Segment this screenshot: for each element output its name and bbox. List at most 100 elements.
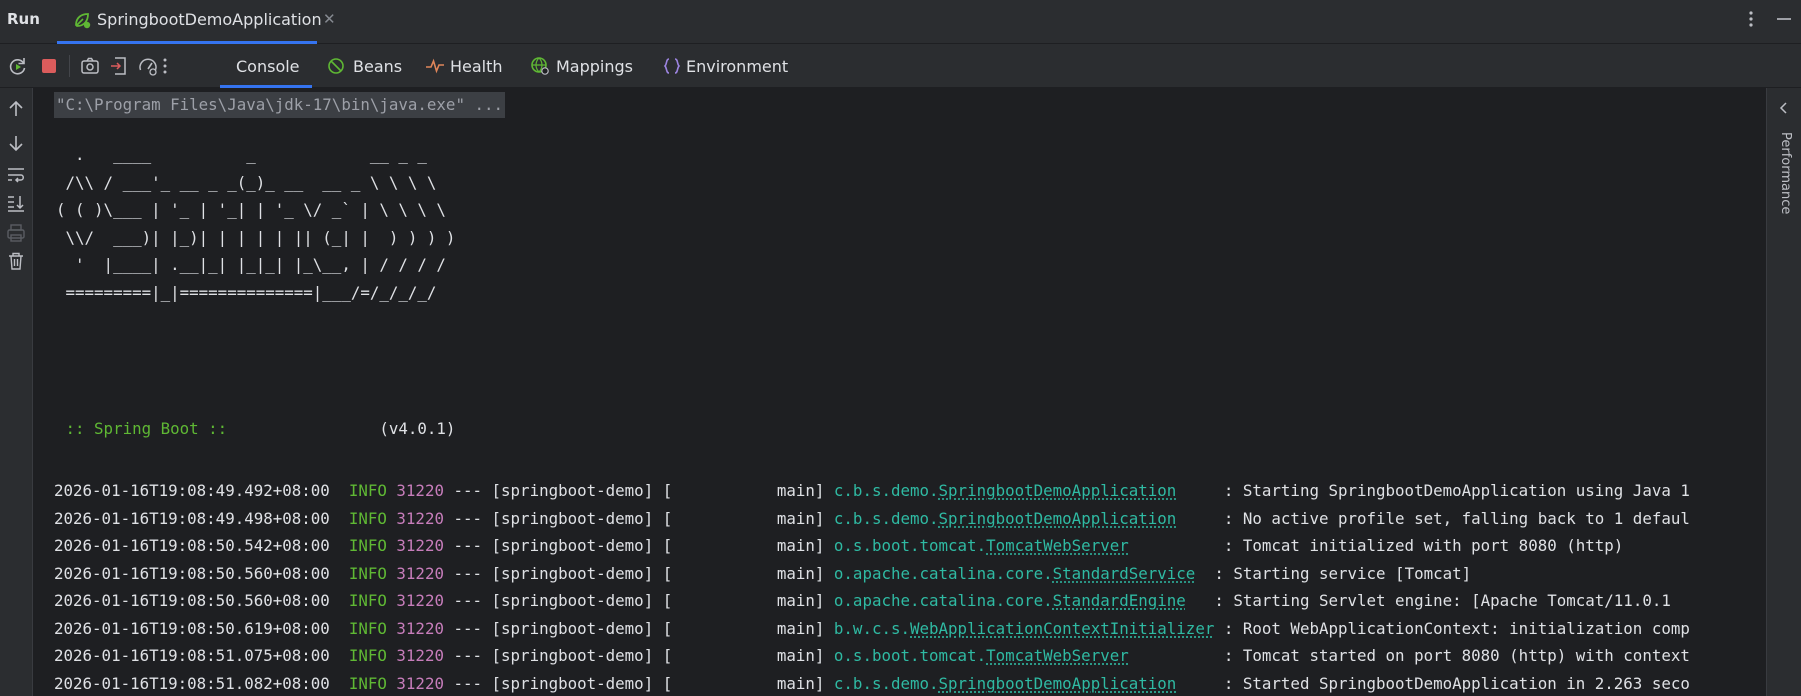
mappings-icon bbox=[530, 56, 550, 80]
tab-label: SpringbootDemoApplication bbox=[97, 10, 322, 29]
log-logger-class-link[interactable]: TomcatWebServer bbox=[986, 536, 1129, 555]
log-row: 2026-01-16T19:08:49.498+08:00 INFO 31220… bbox=[54, 508, 1690, 536]
log-pid: 31220 bbox=[396, 481, 444, 500]
console-output[interactable]: "C:\Program Files\Java\jdk-17\bin\java.e… bbox=[33, 88, 1766, 696]
log-level: INFO bbox=[348, 673, 387, 693]
run-toolbar: Console Beans Health Mappings Environmen… bbox=[0, 44, 1801, 88]
minimize-icon[interactable] bbox=[1774, 6, 1794, 36]
log-message: : Starting Servlet engine: [Apache Tomca… bbox=[1214, 591, 1671, 610]
chevron-left-icon[interactable] bbox=[1777, 100, 1791, 120]
print-icon bbox=[5, 222, 27, 244]
log-padding bbox=[1176, 481, 1224, 500]
log-padding bbox=[1176, 509, 1224, 528]
close-tab-icon[interactable]: ✕ bbox=[323, 10, 336, 28]
log-logger-class-link[interactable]: StandardService bbox=[1053, 564, 1196, 583]
spring-boot-version-line: :: Spring Boot :: (v4.0.1) bbox=[56, 418, 456, 440]
log-logger-package: o.apache.catalina.core. bbox=[833, 591, 1053, 610]
tab-console[interactable]: Console bbox=[220, 44, 312, 88]
log-thread: --- [springboot-demo] [ main] bbox=[443, 563, 834, 583]
log-logger-package: o.s.boot.tomcat. bbox=[833, 646, 987, 665]
toolbar-separator bbox=[69, 55, 70, 77]
log-message: : Starting SpringbootDemoApplication usi… bbox=[1223, 481, 1690, 500]
health-icon bbox=[425, 56, 445, 80]
command-line[interactable]: "C:\Program Files\Java\jdk-17\bin\java.e… bbox=[54, 92, 505, 118]
spring-run-config-icon bbox=[72, 10, 92, 34]
log-message: : Starting service [Tomcat] bbox=[1214, 563, 1472, 583]
arrow-down-icon[interactable] bbox=[5, 132, 27, 154]
log-row: 2026-01-16T19:08:51.075+08:00 INFO 31220… bbox=[54, 645, 1690, 673]
log-spacer bbox=[330, 646, 349, 665]
run-title: Run bbox=[7, 10, 40, 28]
log-thread: --- [springboot-demo] [ main] bbox=[443, 536, 834, 555]
tab-springboot-demo-application[interactable]: SpringbootDemoApplication ✕ bbox=[57, 0, 336, 44]
log-level: INFO bbox=[348, 618, 387, 638]
right-tool-strip: Performance bbox=[1766, 88, 1801, 696]
log-level: INFO bbox=[348, 591, 387, 610]
log-logger-class-link[interactable]: TomcatWebServer bbox=[986, 646, 1129, 665]
tab-health-label: Health bbox=[450, 57, 503, 76]
log-logger-package: c.b.s.demo. bbox=[833, 673, 939, 693]
log-logger-package: o.s.boot.tomcat. bbox=[833, 536, 987, 555]
log-level: INFO bbox=[348, 536, 387, 555]
log-message: : Started SpringbootDemoApplication in 2… bbox=[1223, 673, 1690, 693]
log-message: : Tomcat started on port 8080 (http) wit… bbox=[1223, 646, 1690, 665]
trash-icon[interactable] bbox=[5, 250, 27, 272]
rerun-icon[interactable] bbox=[7, 55, 29, 77]
export-icon[interactable] bbox=[108, 55, 130, 77]
log-pid: 31220 bbox=[396, 563, 444, 583]
console-side-toolbar bbox=[0, 88, 33, 696]
log-level: INFO bbox=[348, 563, 387, 583]
tab-environment[interactable]: Environment bbox=[662, 44, 792, 88]
log-logger-class-link[interactable]: SpringbootDemoApplication bbox=[939, 674, 1177, 693]
log-spacer bbox=[330, 591, 349, 610]
log-message: : No active profile set, falling back to… bbox=[1223, 508, 1690, 528]
log-spacer bbox=[330, 564, 349, 583]
run-tool-window-header: Run SpringbootDemoApplication ✕ bbox=[0, 0, 1801, 44]
log-logger-package: b.w.c.s. bbox=[833, 618, 910, 638]
log-pid: 31220 bbox=[396, 673, 444, 693]
profiler-gauge-icon[interactable] bbox=[137, 55, 159, 77]
scroll-to-end-icon[interactable] bbox=[5, 192, 27, 214]
log-timestamp: 2026-01-16T19:08:49.498+08:00 bbox=[54, 508, 330, 528]
log-logger-package: c.b.s.demo. bbox=[833, 508, 939, 528]
spring-boot-version: (v4.0.1) bbox=[236, 419, 456, 438]
log-logger-class-link[interactable]: SpringbootDemoApplication bbox=[939, 509, 1177, 528]
log-row: 2026-01-16T19:08:50.560+08:00 INFO 31220… bbox=[54, 563, 1690, 591]
log-thread: --- [springboot-demo] [ main] bbox=[443, 508, 834, 528]
log-pid: 31220 bbox=[396, 618, 444, 638]
more-actions-icon[interactable] bbox=[158, 55, 180, 77]
stop-icon[interactable] bbox=[38, 55, 60, 77]
log-spacer bbox=[387, 509, 397, 528]
log-thread: --- [springboot-demo] [ main] bbox=[443, 673, 834, 693]
tab-console-label: Console bbox=[236, 57, 300, 76]
log-timestamp: 2026-01-16T19:08:50.560+08:00 bbox=[54, 563, 330, 583]
log-level: INFO bbox=[348, 508, 387, 528]
log-spacer bbox=[330, 481, 349, 500]
tab-mappings[interactable]: Mappings bbox=[530, 44, 635, 88]
log-spacer bbox=[330, 674, 349, 693]
log-padding bbox=[1129, 536, 1224, 555]
camera-icon[interactable] bbox=[79, 55, 101, 77]
performance-tab[interactable]: Performance bbox=[1778, 132, 1793, 214]
log-message: : Root WebApplicationContext: initializa… bbox=[1223, 618, 1690, 638]
tab-environment-label: Environment bbox=[686, 57, 789, 76]
beans-icon bbox=[326, 56, 346, 80]
log-logger-class-link[interactable]: WebApplicationContextInitializer bbox=[910, 619, 1214, 638]
tab-health[interactable]: Health bbox=[425, 44, 505, 88]
log-thread: --- [springboot-demo] [ main] bbox=[443, 618, 834, 638]
log-thread: --- [springboot-demo] [ main] bbox=[443, 481, 834, 500]
log-logger-class-link[interactable]: StandardEngine bbox=[1053, 591, 1186, 610]
more-options-icon[interactable] bbox=[1740, 6, 1762, 36]
log-timestamp: 2026-01-16T19:08:50.560+08:00 bbox=[54, 591, 330, 610]
spring-banner: . ____ _ __ _ _ /\\ / ___'_ __ _ _(_)_ _… bbox=[56, 145, 456, 302]
log-level: INFO bbox=[348, 481, 387, 500]
tab-beans[interactable]: Beans bbox=[326, 44, 402, 88]
log-row: 2026-01-16T19:08:51.082+08:00 INFO 31220… bbox=[54, 673, 1690, 696]
log-timestamp: 2026-01-16T19:08:51.082+08:00 bbox=[54, 673, 330, 693]
tab-mappings-label: Mappings bbox=[556, 57, 633, 76]
log-logger-class-link[interactable]: SpringbootDemoApplication bbox=[939, 481, 1177, 500]
soft-wrap-icon[interactable] bbox=[5, 164, 27, 186]
log-timestamp: 2026-01-16T19:08:49.492+08:00 bbox=[54, 481, 330, 500]
arrow-up-icon[interactable] bbox=[5, 98, 27, 120]
log-spacer bbox=[330, 509, 349, 528]
